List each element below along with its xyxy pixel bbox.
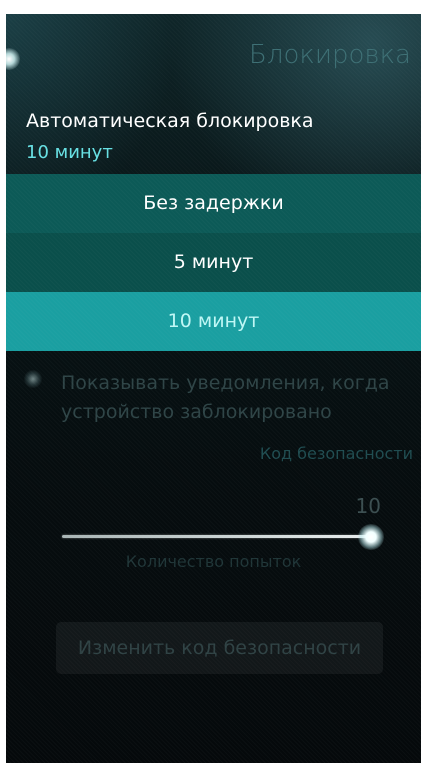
attempts-slider-track[interactable] (62, 535, 374, 538)
autolock-combo-label[interactable]: Автоматическая блокировка (26, 110, 314, 132)
autolock-option-5-minutes[interactable]: 5 минут (6, 233, 421, 292)
autolock-combo-value[interactable]: 10 минут (26, 142, 113, 163)
security-code-section-header: Код безопасности (259, 444, 413, 463)
autolock-options-menu: Без задержки 5 минут 10 минут (6, 174, 421, 351)
notifications-switch-indicator[interactable] (24, 370, 42, 388)
attempts-slider-value: 10 (355, 494, 381, 518)
attempts-slider-label: Количество попыток (125, 552, 302, 571)
autolock-option-10-minutes[interactable]: 10 минут (6, 292, 421, 351)
notifications-switch-label[interactable]: Показывать уведомления, когда устройство… (61, 369, 406, 427)
autolock-option-no-delay[interactable]: Без задержки (6, 174, 421, 233)
pulley-menu-indicator[interactable] (6, 48, 20, 70)
lock-settings-page: Блокировка Автоматическая блокировка 10 … (6, 14, 421, 763)
attempts-slider-handle[interactable] (358, 524, 384, 550)
page-title: Блокировка (249, 40, 411, 70)
change-security-code-button[interactable]: Изменить код безопасности (56, 622, 383, 674)
